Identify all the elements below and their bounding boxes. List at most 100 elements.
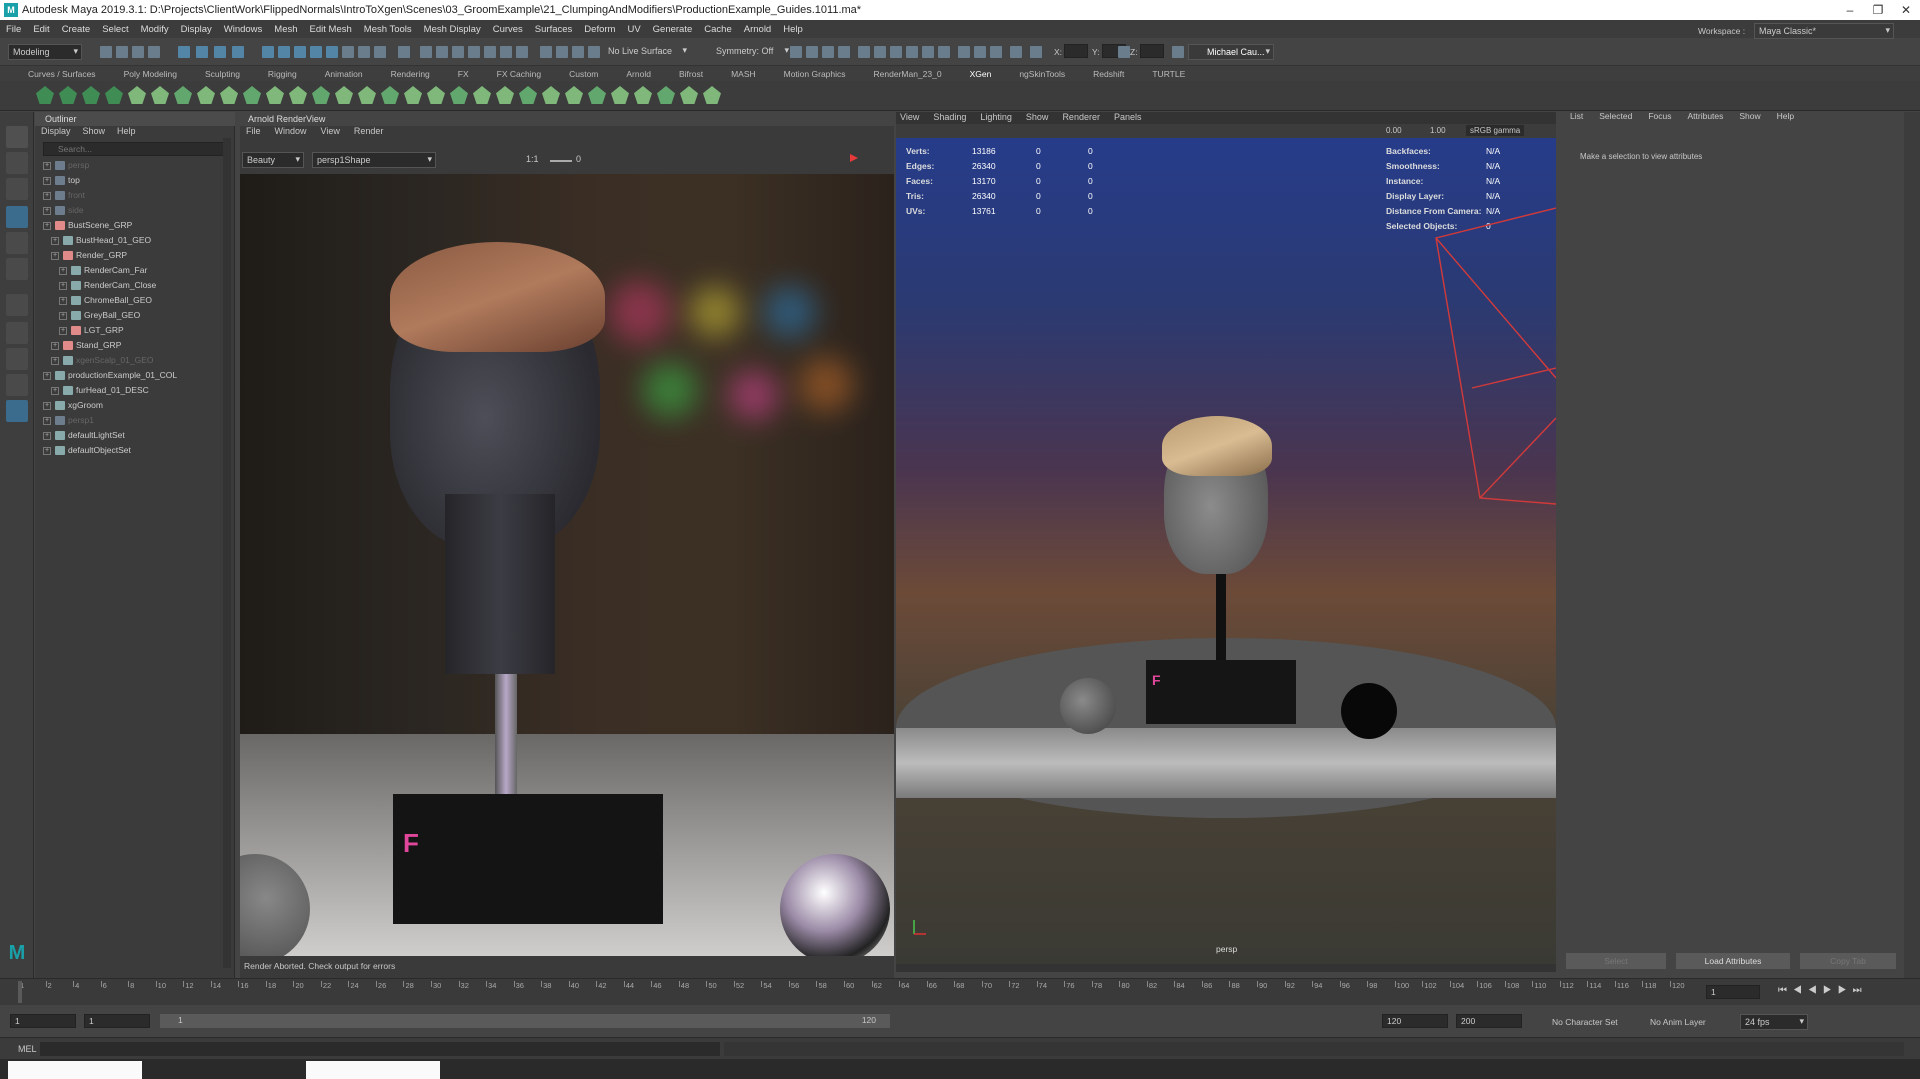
shelf-tab-poly-modeling[interactable]: Poly Modeling: [124, 69, 177, 79]
status-tool-icon[interactable]: [588, 46, 600, 58]
lasso-tool-icon[interactable]: [6, 152, 28, 174]
shelf-tool-icon[interactable]: [473, 86, 491, 104]
aov-dropdown[interactable]: Beauty: [242, 152, 304, 168]
shelf-tool-icon[interactable]: [588, 86, 606, 104]
shelf-tool-icon[interactable]: [151, 86, 169, 104]
attr-menu-show[interactable]: Show: [1739, 111, 1760, 125]
status-tool-icon[interactable]: [500, 46, 512, 58]
shelf-tab-redshift[interactable]: Redshift: [1093, 69, 1124, 79]
user-dropdown[interactable]: Michael Cau...: [1188, 44, 1274, 60]
ratio-label[interactable]: 1:1: [526, 154, 539, 164]
menu-edit[interactable]: Edit: [33, 24, 49, 35]
render-icon[interactable]: [850, 154, 858, 162]
outliner-item[interactable]: + xgGroom: [43, 400, 103, 415]
taskbar-item-maya-2[interactable]: [306, 1061, 440, 1079]
shelf-tool-icon[interactable]: [427, 86, 445, 104]
attr-menu-attributes[interactable]: Attributes: [1687, 111, 1723, 125]
viewport-menu-view[interactable]: View: [900, 112, 919, 124]
status-tool-icon[interactable]: [374, 46, 386, 58]
arnold-menu-window[interactable]: Window: [275, 126, 307, 140]
exposure-field[interactable]: 0.00: [1386, 126, 1402, 135]
shelf-tool-icon[interactable]: [197, 86, 215, 104]
status-tool-icon[interactable]: [1118, 46, 1130, 58]
status-tool-icon[interactable]: [540, 46, 552, 58]
status-tool-icon[interactable]: [232, 46, 244, 58]
shelf-tab-fx[interactable]: FX: [458, 69, 469, 79]
status-tool-icon[interactable]: [178, 46, 190, 58]
status-tool-icon[interactable]: [436, 46, 448, 58]
shelf-tab-curves-surfaces[interactable]: Curves / Surfaces: [28, 69, 96, 79]
range-bar[interactable]: 1 120: [160, 1014, 890, 1028]
paint-select-tool-icon[interactable]: [6, 178, 28, 200]
menu-display[interactable]: Display: [181, 24, 212, 35]
start-time-field[interactable]: 1: [10, 1014, 76, 1028]
status-tool-icon[interactable]: [1030, 46, 1042, 58]
viewport-menu-renderer[interactable]: Renderer: [1062, 112, 1100, 124]
shelf-tool-icon[interactable]: [542, 86, 560, 104]
status-tool-icon[interactable]: [326, 46, 338, 58]
expand-icon[interactable]: +: [43, 221, 51, 230]
expand-icon[interactable]: +: [43, 176, 51, 185]
expand-icon[interactable]: +: [59, 326, 67, 335]
current-time-marker[interactable]: [18, 981, 22, 1003]
status-tool-icon[interactable]: [484, 46, 496, 58]
minimize-button[interactable]: –: [1836, 0, 1864, 20]
exposure-slider[interactable]: [550, 160, 572, 162]
shelf-tab-rendering[interactable]: Rendering: [391, 69, 430, 79]
outliner-item[interactable]: + persp: [43, 160, 89, 175]
status-tool-icon[interactable]: [822, 46, 834, 58]
shelf-tool-icon[interactable]: [335, 86, 353, 104]
menu-surfaces[interactable]: Surfaces: [535, 24, 573, 35]
fps-dropdown[interactable]: 24 fps: [1740, 1014, 1808, 1030]
outliner-menu-help[interactable]: Help: [117, 126, 136, 140]
menu-select[interactable]: Select: [102, 24, 128, 35]
outliner-scrollbar[interactable]: [223, 138, 231, 968]
select-tool-icon[interactable]: [6, 126, 28, 148]
time-slider[interactable]: 1 2 4 6 8 10 12 14 16 18 20 22 24 26 28 30 32 34 36 38 40 42 4…: [0, 978, 1920, 1005]
status-tool-icon[interactable]: [556, 46, 568, 58]
shelf-tab-fx-caching[interactable]: FX Caching: [497, 69, 541, 79]
outliner-item[interactable]: + Stand_GRP: [51, 340, 121, 355]
status-tool-icon[interactable]: [132, 46, 144, 58]
anim-end-field[interactable]: 200: [1456, 1014, 1522, 1028]
outliner-item[interactable]: + GreyBall_GEO: [59, 310, 140, 325]
expand-icon[interactable]: +: [51, 236, 59, 245]
status-tool-icon[interactable]: [974, 46, 986, 58]
x-field[interactable]: [1064, 44, 1088, 58]
status-tool-icon[interactable]: [452, 46, 464, 58]
shelf-tool-icon[interactable]: [496, 86, 514, 104]
arnold-menu-view[interactable]: View: [321, 126, 340, 140]
status-tool-icon[interactable]: [906, 46, 918, 58]
shelf-tool-icon[interactable]: [289, 86, 307, 104]
status-tool-icon[interactable]: [516, 46, 528, 58]
shelf-tool-icon[interactable]: [36, 86, 54, 104]
expand-icon[interactable]: +: [43, 371, 51, 380]
shelf-tool-icon[interactable]: [105, 86, 123, 104]
anim-start-field[interactable]: 1: [84, 1014, 150, 1028]
status-tool-icon[interactable]: [468, 46, 480, 58]
shelf-tool-icon[interactable]: [611, 86, 629, 104]
anim-layer-dropdown[interactable]: No Anim Layer: [1650, 1017, 1706, 1027]
menu-mesh[interactable]: Mesh: [274, 24, 297, 35]
expand-icon[interactable]: +: [51, 386, 59, 395]
load-attributes-button[interactable]: Load Attributes: [1676, 953, 1790, 969]
menu-set-dropdown[interactable]: Modeling: [8, 44, 82, 60]
menu-help[interactable]: Help: [783, 24, 803, 35]
status-tool-icon[interactable]: [1172, 46, 1184, 58]
shelf-tab-motion-graphics[interactable]: Motion Graphics: [784, 69, 846, 79]
menu-curves[interactable]: Curves: [493, 24, 523, 35]
expand-icon[interactable]: +: [43, 206, 51, 215]
menu-create[interactable]: Create: [62, 24, 91, 35]
gamma-field[interactable]: 1.00: [1430, 126, 1446, 135]
shelf-tool-icon[interactable]: [381, 86, 399, 104]
select-button[interactable]: Select: [1566, 953, 1666, 969]
layout-outliner-icon[interactable]: [6, 400, 28, 422]
symmetry-dropdown[interactable]: Symmetry: Off: [712, 44, 792, 60]
expand-icon[interactable]: +: [59, 311, 67, 320]
shelf-tab-mash[interactable]: MASH: [731, 69, 756, 79]
shelf-tab-custom[interactable]: Custom: [569, 69, 598, 79]
menu-edit-mesh[interactable]: Edit Mesh: [310, 24, 352, 35]
outliner-item[interactable]: + LGT_GRP: [59, 325, 124, 340]
status-tool-icon[interactable]: [420, 46, 432, 58]
status-tool-icon[interactable]: [342, 46, 354, 58]
